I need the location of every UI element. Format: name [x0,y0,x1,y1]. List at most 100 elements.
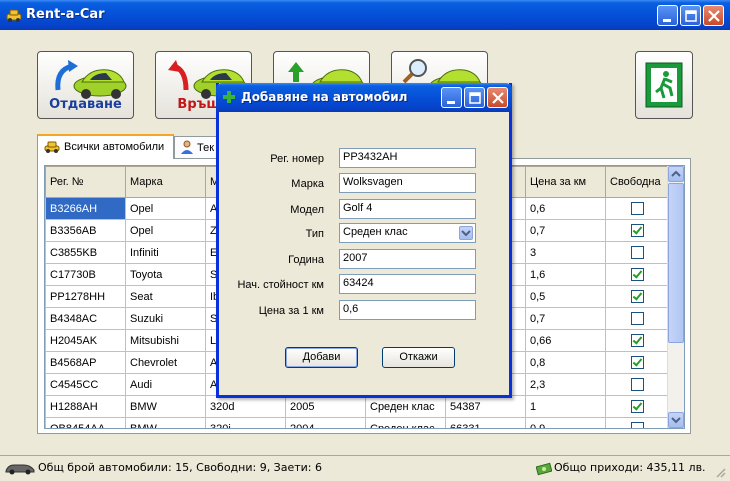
table-cell-reg[interactable]: H1288AH [45,395,126,418]
table-cell-price[interactable]: 0,5 [525,285,606,308]
scroll-thumb[interactable] [668,183,684,343]
price-label: Цена за 1 км [258,305,324,317]
table-cell-reg[interactable]: C17730B [45,263,126,286]
free-checkbox[interactable] [631,268,644,281]
table-cell-reg[interactable]: PP1278HH [45,285,126,308]
free-checkbox[interactable] [631,290,644,303]
free-checkbox[interactable] [631,400,644,413]
app-car-icon [6,9,22,22]
table-cell-free [605,241,670,264]
table-cell-reg[interactable]: B4568AP [45,351,126,374]
table-cell-brand[interactable]: Opel [125,197,206,220]
table-cell-price[interactable]: 0,6 [525,197,606,220]
table-cell-brand[interactable]: Audi [125,373,206,396]
table-cell-reg[interactable]: B3356AB [45,219,126,242]
table-cell-free [605,395,670,418]
close-icon [492,92,504,104]
dialog-close-button[interactable] [487,87,508,108]
table-cell-brand[interactable]: Infiniti [125,241,206,264]
table-cell-reg[interactable]: C4545CC [45,373,126,396]
table-cell-reg[interactable]: H2045AK [45,329,126,352]
table-cell-c3[interactable]: 320d [205,395,286,418]
table-cell-c3[interactable]: 320i [205,417,286,428]
tab-all-cars[interactable]: Всички автомобили [37,134,174,159]
column-header-reg[interactable]: Рег. № [45,166,126,198]
dialog-maximize-button[interactable] [464,87,485,108]
column-header-free[interactable]: Свободна [605,166,670,198]
table-cell-price[interactable]: 1,6 [525,263,606,286]
table-cell-reg[interactable]: OB8454AA [45,417,126,428]
table-row[interactable]: H1288AH BMW 320d 2005 Среден клас 54387 1 [45,395,670,418]
maximize-icon [469,92,481,104]
free-checkbox[interactable] [631,202,644,215]
tab-all-cars-label: Всички автомобили [64,141,165,153]
table-cell-c4[interactable]: 2005 [285,395,366,418]
status-cars-count: Общ брой автомобили: 15, Свободни: 9, За… [38,461,323,474]
model-field[interactable]: Golf 4 [339,199,476,219]
dialog-title: Добавяне на автомобил [241,90,408,104]
free-checkbox[interactable] [631,334,644,347]
table-cell-price[interactable]: 0,66 [525,329,606,352]
table-cell-price[interactable]: 1 [525,395,606,418]
table-cell-reg[interactable]: B3266AH [45,197,126,220]
table-cell-brand[interactable]: Suzuki [125,307,206,330]
brand-field[interactable]: Wolksvagen [339,173,476,193]
minimize-icon [447,101,455,104]
km-field[interactable]: 63424 [339,274,476,294]
table-cell-free [605,307,670,330]
table-cell-price[interactable]: 2,3 [525,373,606,396]
table-cell-brand[interactable]: Opel [125,219,206,242]
minimize-button[interactable] [657,5,678,26]
table-cell-c5[interactable]: Среден клас [365,417,446,428]
scroll-up-button[interactable] [668,166,684,182]
rent-car-button[interactable]: Отдаване [37,51,134,119]
table-cell-c5[interactable]: Среден клас [365,395,446,418]
reg-field[interactable]: PP3432AH [339,148,476,168]
reg-label: Рег. номер [270,153,324,165]
table-cell-free [605,285,670,308]
add-button[interactable]: Добави [285,347,358,368]
close-button[interactable] [703,5,724,26]
resize-grip-icon[interactable] [714,466,726,478]
year-field[interactable]: 2007 [339,249,476,269]
table-cell-reg[interactable]: B4348AC [45,307,126,330]
free-checkbox[interactable] [631,312,644,325]
table-cell-c4[interactable]: 2004 [285,417,366,428]
type-select[interactable]: Среден клас [339,223,476,243]
free-checkbox[interactable] [631,224,644,237]
rent-car-label: Отдаване [49,97,122,112]
table-cell-free [605,417,670,428]
grid-scrollbar[interactable] [667,166,684,428]
free-checkbox[interactable] [631,422,644,428]
type-dropdown-button[interactable] [459,226,473,240]
price-field[interactable]: 0,6 [339,300,476,320]
column-header-price[interactable]: Цена за км [525,166,606,198]
table-cell-brand[interactable]: BMW [125,395,206,418]
column-header-brand[interactable]: Марка [125,166,206,198]
close-icon [708,10,720,22]
table-cell-brand[interactable]: Mitsubishi [125,329,206,352]
table-cell-price[interactable]: 0,8 [525,351,606,374]
table-cell-c6[interactable]: 54387 [445,395,526,418]
table-cell-price[interactable]: 0,7 [525,307,606,330]
dialog-title-bar[interactable]: Добавяне на автомобил [216,83,512,112]
free-checkbox[interactable] [631,378,644,391]
table-cell-c6[interactable]: 66331 [445,417,526,428]
table-cell-price[interactable]: 0,7 [525,219,606,242]
scroll-down-button[interactable] [668,412,684,428]
free-checkbox[interactable] [631,356,644,369]
table-cell-free [605,351,670,374]
table-row[interactable]: OB8454AA BMW 320i 2004 Среден клас 66331 0,9 [45,417,670,428]
table-cell-price[interactable]: 0,9 [525,417,606,428]
maximize-button[interactable] [680,5,701,26]
cancel-button[interactable]: Откажи [382,347,455,368]
table-cell-brand[interactable]: BMW [125,417,206,428]
table-cell-price[interactable]: 3 [525,241,606,264]
free-checkbox[interactable] [631,246,644,259]
title-bar[interactable]: Rent-a-Car [0,0,730,30]
dialog-minimize-button[interactable] [441,87,462,108]
table-cell-reg[interactable]: C3855KB [45,241,126,264]
table-cell-brand[interactable]: Chevrolet [125,351,206,374]
exit-button[interactable] [635,51,693,119]
status-revenue: Общо приходи: 435,11 лв. [554,461,706,474]
